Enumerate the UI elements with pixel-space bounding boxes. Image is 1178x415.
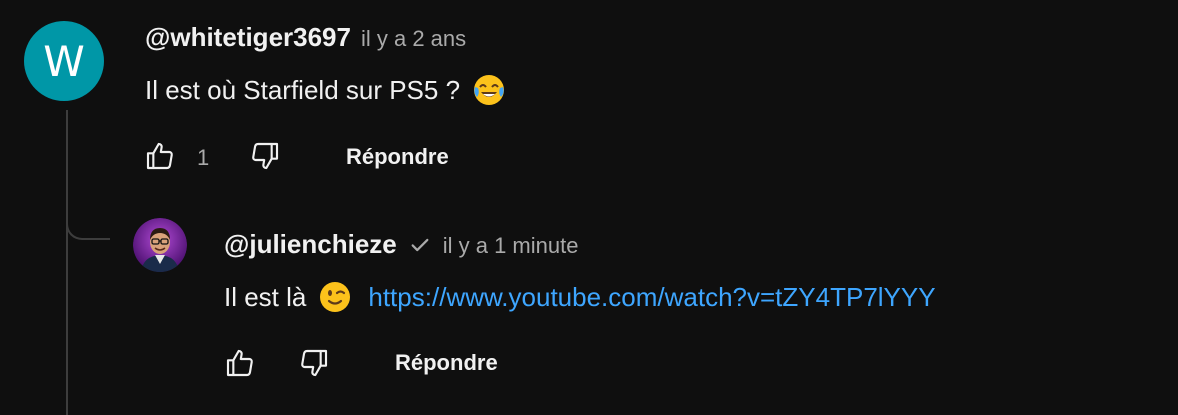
comment-text: Il est où Starfield sur PS5 ?	[145, 74, 461, 105]
reply-timestamp[interactable]: il y a 1 minute	[443, 233, 579, 259]
thread-line	[66, 110, 68, 415]
like-icon[interactable]	[142, 138, 178, 174]
like-icon[interactable]	[222, 345, 258, 381]
comment-header: @whitetiger3697 il y a 2 ans	[145, 22, 466, 53]
comment-timestamp[interactable]: il y a 2 ans	[361, 26, 466, 52]
face-with-tears-of-joy-icon	[472, 73, 506, 107]
reply-button[interactable]: Répondre	[395, 350, 498, 376]
like-count: 1	[197, 145, 210, 170]
reply-button[interactable]: Répondre	[346, 144, 449, 170]
comment-thread: W @whitetiger3697 il y a 2 ans Il est où…	[0, 0, 1178, 415]
avatar[interactable]	[133, 218, 187, 272]
dislike-icon[interactable]	[247, 138, 283, 174]
reply-text: Il est là	[224, 281, 307, 312]
winking-face-icon	[318, 280, 352, 314]
reply-link[interactable]: https://www.youtube.com/watch?v=tZY4TP7l…	[368, 282, 935, 313]
reply-body: Il est là https://www.youtube.com/watch?…	[224, 280, 936, 314]
avatar[interactable]: W	[24, 21, 104, 101]
comment-body: Il est où Starfield sur PS5 ?	[145, 73, 506, 107]
avatar-letter: W	[43, 36, 85, 86]
reply-header: @julienchieze il y a 1 minute	[224, 229, 578, 260]
reply-author[interactable]: @julienchieze	[224, 229, 397, 260]
dislike-icon[interactable]	[296, 345, 332, 381]
checkmark-icon	[409, 234, 431, 256]
thread-branch	[66, 200, 110, 240]
comment-author[interactable]: @whitetiger3697	[145, 22, 351, 53]
